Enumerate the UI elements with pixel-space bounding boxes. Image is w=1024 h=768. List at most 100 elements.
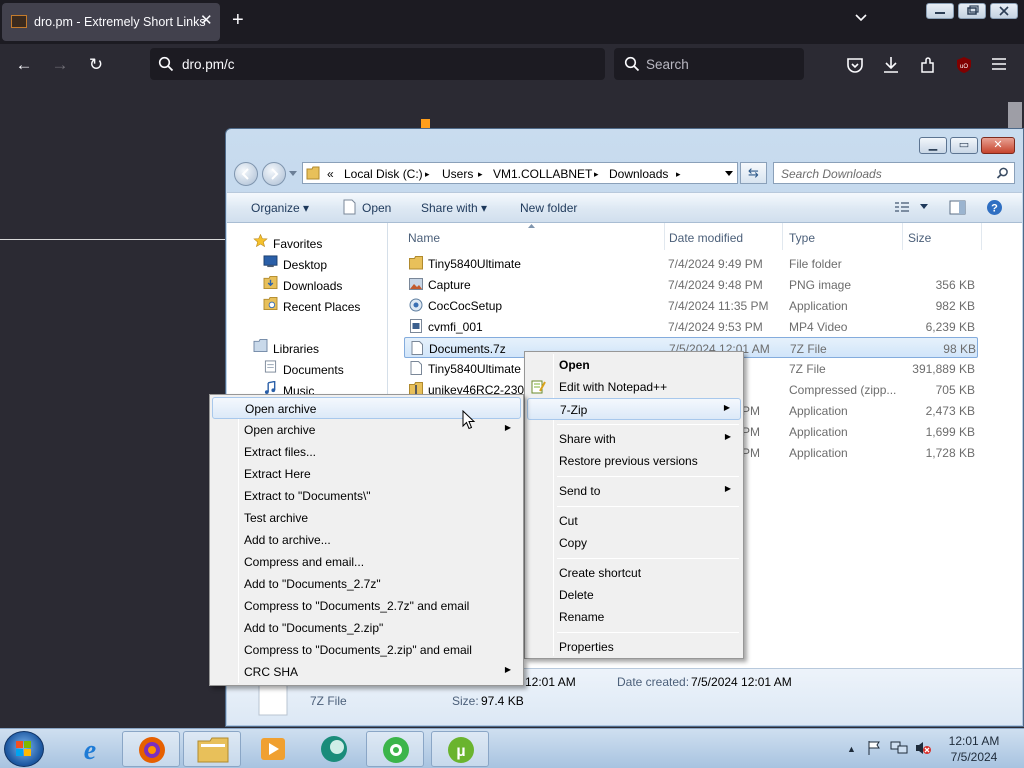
explorer-forward-button[interactable] xyxy=(262,162,286,186)
breadcrumb-separator-icon[interactable]: ▸ xyxy=(676,169,681,180)
taskbar-firefox-icon[interactable] xyxy=(122,731,180,767)
breadcrumb-overflow[interactable]: « xyxy=(327,167,334,181)
menu-open[interactable]: Open xyxy=(527,354,741,376)
nav-favorites[interactable]: Favorites xyxy=(273,237,322,251)
vm-minimize-button[interactable] xyxy=(926,3,954,19)
column-separator[interactable] xyxy=(664,223,665,250)
nav-downloads[interactable]: Downloads xyxy=(283,279,342,293)
menu-edit-with-notepad[interactable]: Edit with Notepad++ xyxy=(527,376,741,398)
view-chevron-icon[interactable] xyxy=(920,204,928,210)
breadcrumb-separator-icon[interactable]: ▸ xyxy=(425,169,430,180)
file-row[interactable]: Capture 7/4/2024 9:48 PM PNG image 356 K… xyxy=(404,274,978,295)
breadcrumb-user-folder[interactable]: VM1.COLLABNET xyxy=(493,167,592,181)
column-separator[interactable] xyxy=(902,223,903,250)
forward-button[interactable]: → xyxy=(50,55,70,75)
column-separator[interactable] xyxy=(981,223,982,250)
menu-send-to[interactable]: Send to ▶ xyxy=(527,480,741,502)
explorer-back-button[interactable] xyxy=(234,162,258,186)
details-size-value: 97.4 KB xyxy=(481,694,524,708)
nav-desktop[interactable]: Desktop xyxy=(283,258,327,272)
menu-delete[interactable]: Delete xyxy=(527,584,741,606)
zip-compress-7z-email[interactable]: Compress to "Documents_2.7z" and email xyxy=(212,595,521,617)
organize-button[interactable]: Organize ▾ xyxy=(251,201,309,215)
explorer-search-box[interactable]: Search Downloads xyxy=(773,162,1015,184)
zip-compress-and-email[interactable]: Compress and email... xyxy=(212,551,521,573)
url-bar[interactable]: dro.pm/c xyxy=(150,48,605,80)
view-options-icon[interactable] xyxy=(894,201,910,214)
menu-properties[interactable]: Properties xyxy=(527,636,741,658)
taskbar-app-icon[interactable] xyxy=(305,731,363,767)
browser-search-box[interactable]: Search xyxy=(614,48,804,80)
network-icon[interactable] xyxy=(890,740,908,756)
column-header-name[interactable]: Name xyxy=(408,231,440,245)
nav-libraries[interactable]: Libraries xyxy=(273,342,319,356)
explorer-close-button[interactable]: ✕ xyxy=(981,137,1015,154)
zip-extract-files[interactable]: Extract files... xyxy=(212,441,521,463)
taskbar-internet-explorer-icon[interactable]: e xyxy=(61,731,119,767)
preview-pane-icon[interactable] xyxy=(949,200,966,215)
breadcrumb-separator-icon[interactable]: ▸ xyxy=(594,169,599,180)
recent-pages-chevron-icon[interactable] xyxy=(289,171,297,177)
address-bar[interactable]: « Local Disk (C:) ▸ Users ▸ VM1.COLLABNE… xyxy=(302,162,738,184)
breadcrumb-users[interactable]: Users xyxy=(442,167,473,181)
zip-crc-sha[interactable]: CRC SHA ▶ xyxy=(212,661,521,683)
pocket-icon[interactable] xyxy=(845,56,865,74)
taskbar-utorrent-icon[interactable]: µ xyxy=(431,731,489,767)
breadcrumb-separator-icon[interactable]: ▸ xyxy=(478,169,483,180)
column-header-type[interactable]: Type xyxy=(789,231,815,245)
downloads-icon[interactable] xyxy=(881,55,901,75)
help-icon[interactable]: ? xyxy=(986,199,1003,216)
menu-hamburger-icon[interactable] xyxy=(990,56,1008,72)
zip-add-to-zip[interactable]: Add to "Documents_2.zip" xyxy=(212,617,521,639)
zip-add-to-archive[interactable]: Add to archive... xyxy=(212,529,521,551)
taskbar-coccoc-icon[interactable] xyxy=(366,731,424,767)
file-row[interactable]: CocCocSetup 7/4/2024 11:35 PM Applicatio… xyxy=(404,295,978,316)
start-button[interactable] xyxy=(4,731,44,767)
back-button[interactable]: ← xyxy=(14,55,34,75)
vm-close-button[interactable] xyxy=(990,3,1018,19)
menu-create-shortcut[interactable]: Create shortcut xyxy=(527,562,741,584)
extensions-icon[interactable] xyxy=(918,55,938,75)
zip-test-archive[interactable]: Test archive xyxy=(212,507,521,529)
refresh-button[interactable]: ⇆ xyxy=(740,162,767,184)
menu-share-with[interactable]: Share with ▶ xyxy=(527,428,741,450)
zip-compress-zip-email[interactable]: Compress to "Documents_2.zip" and email xyxy=(212,639,521,661)
explorer-maximize-button[interactable]: ▭ xyxy=(950,137,978,154)
menu-cut[interactable]: Cut xyxy=(527,510,741,532)
breadcrumb-downloads[interactable]: Downloads xyxy=(609,167,668,181)
column-separator[interactable] xyxy=(782,223,783,250)
breadcrumb-local-disk[interactable]: Local Disk (C:) xyxy=(344,167,423,181)
file-row[interactable]: Tiny5840Ultimate 7/4/2024 9:49 PM File f… xyxy=(404,253,978,274)
file-row[interactable]: cvmfi_001 7/4/2024 9:53 PM MP4 Video 6,2… xyxy=(404,316,978,337)
browser-tab[interactable]: dro.pm - Extremely Short Links ✕ xyxy=(2,3,220,41)
new-folder-button[interactable]: New folder xyxy=(520,201,577,215)
menu-7zip[interactable]: 7-Zip ▶ xyxy=(527,398,741,420)
svg-text:uO: uO xyxy=(960,64,968,70)
reload-button[interactable]: ↻ xyxy=(86,55,106,75)
nav-documents[interactable]: Documents xyxy=(283,363,344,377)
action-center-flag-icon[interactable] xyxy=(866,740,882,756)
share-with-button[interactable]: Share with ▾ xyxy=(421,201,487,215)
nav-recent-places[interactable]: Recent Places xyxy=(283,300,360,314)
system-clock[interactable]: 12:01 AM 7/5/2024 xyxy=(944,733,1004,765)
list-all-tabs-chevron-icon[interactable] xyxy=(855,12,867,24)
address-history-chevron-icon[interactable] xyxy=(725,171,733,177)
taskbar-explorer-icon[interactable] xyxy=(183,731,241,767)
zip-extract-here[interactable]: Extract Here xyxy=(212,463,521,485)
menu-copy[interactable]: Copy xyxy=(527,532,741,554)
column-header-date[interactable]: Date modified xyxy=(669,231,743,245)
zip-add-to-7z[interactable]: Add to "Documents_2.7z" xyxy=(212,573,521,595)
new-tab-button[interactable]: + xyxy=(232,9,244,32)
open-button[interactable]: Open xyxy=(362,201,391,215)
taskbar-media-player-icon[interactable] xyxy=(244,731,302,767)
ublock-origin-icon[interactable]: uO xyxy=(954,55,974,75)
column-header-size[interactable]: Size xyxy=(908,231,931,245)
zip-extract-to-folder[interactable]: Extract to "Documents\" xyxy=(212,485,521,507)
menu-rename[interactable]: Rename xyxy=(527,606,741,628)
menu-restore-previous-versions[interactable]: Restore previous versions xyxy=(527,450,741,472)
vm-restore-button[interactable] xyxy=(958,3,986,19)
tray-overflow-icon[interactable]: ▲ xyxy=(847,744,856,754)
explorer-minimize-button[interactable]: ▁ xyxy=(919,137,947,154)
volume-muted-icon[interactable] xyxy=(914,740,932,756)
tab-close-icon[interactable]: ✕ xyxy=(200,11,213,29)
